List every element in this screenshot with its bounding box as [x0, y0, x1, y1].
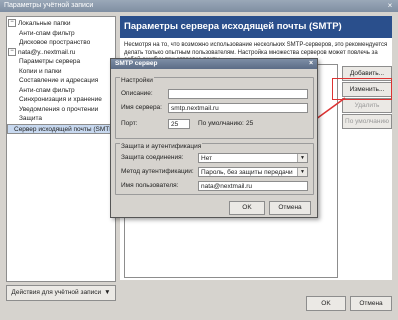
server-name-field[interactable]: smtp.nextmail.ru [168, 103, 308, 113]
connection-security-select[interactable]: Нет ▼ [198, 153, 308, 163]
port-label: Порт: [121, 120, 138, 127]
dialog-close-icon[interactable]: × [307, 60, 315, 68]
dialog-cancel-button[interactable]: Отмена [269, 201, 311, 215]
auth-method-select[interactable]: Пароль, без защиты передачи ▼ [198, 167, 308, 177]
account-settings-window: Параметры учётной записи × − Локальные па… [0, 0, 398, 320]
chevron-down-icon: ▼ [297, 168, 307, 176]
settings-group-title: Настройки [120, 77, 154, 84]
default-port-value: 25 [246, 120, 254, 127]
auth-method-label: Метод аутентификации: [121, 168, 194, 175]
username-field[interactable]: nata@nextmail.ru [198, 181, 308, 191]
dialog-title[interactable]: SMTP сервер × [111, 59, 317, 69]
security-group-title: Защита и аутентификация [120, 143, 203, 150]
connection-security-label: Защита соединения: [121, 154, 184, 161]
port-field[interactable]: 25 [168, 119, 190, 129]
dialog-ok-button[interactable]: OK [229, 201, 265, 215]
auth-method-value: Пароль, без защиты передачи [201, 169, 293, 176]
chevron-down-icon: ▼ [297, 154, 307, 162]
default-port-label: По умолчанию: [198, 120, 244, 127]
server-name-label: Имя сервера: [121, 104, 162, 111]
description-label: Описание: [121, 90, 153, 97]
dialog-title-text: SMTP сервер [115, 60, 158, 67]
smtp-server-dialog: SMTP сервер × Настройки Описание: Имя се… [110, 58, 318, 218]
description-field[interactable] [168, 89, 308, 99]
connection-security-value: Нет [201, 155, 213, 162]
username-label: Имя пользователя: [121, 182, 179, 189]
